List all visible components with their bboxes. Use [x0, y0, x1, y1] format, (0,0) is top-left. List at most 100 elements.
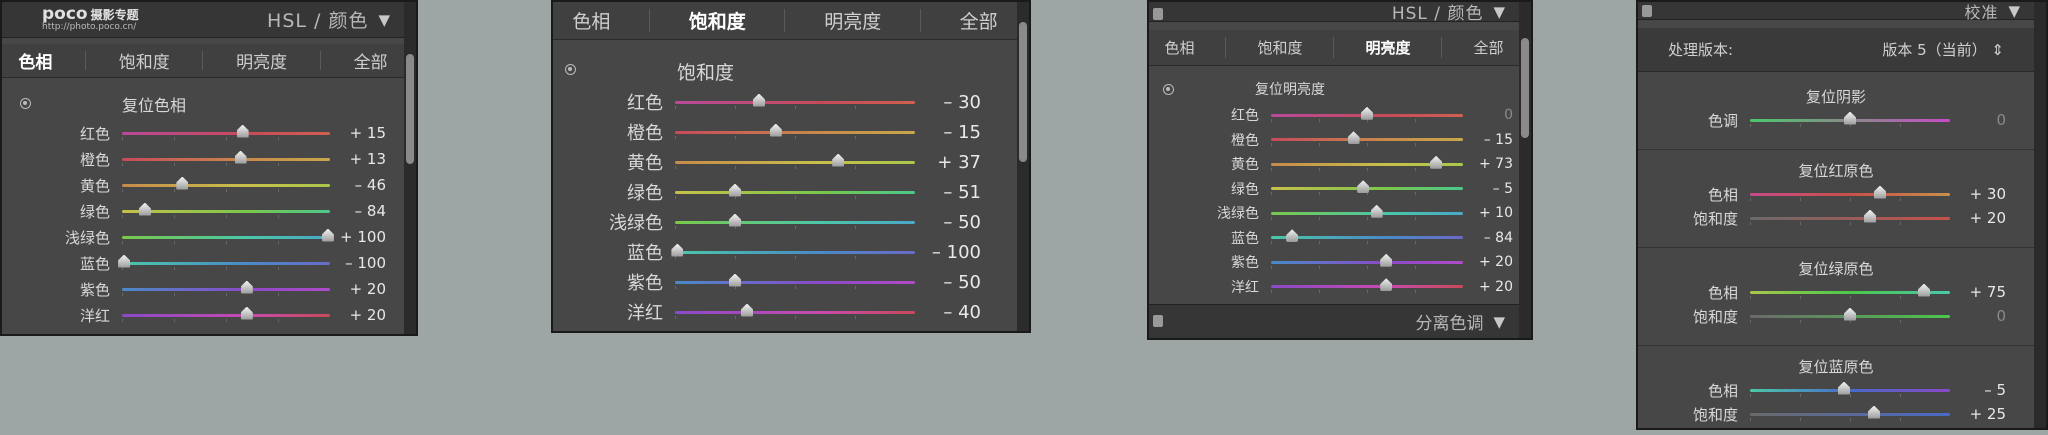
target-adjust-icon[interactable]: [20, 98, 31, 109]
slider-value[interactable]: – 5: [1950, 381, 2006, 399]
slider-value[interactable]: + 37: [915, 152, 981, 173]
slider-value[interactable]: – 84: [1463, 230, 1513, 246]
tab-1[interactable]: 饱和度: [119, 48, 170, 73]
scrollbar[interactable]: [1519, 2, 1531, 338]
slider-knob[interactable]: [240, 306, 253, 320]
slider-knob[interactable]: [729, 183, 741, 197]
slider-track[interactable]: [1271, 204, 1463, 220]
slider-track[interactable]: [122, 150, 330, 166]
tab-0[interactable]: 色相: [1164, 37, 1194, 58]
slider-knob[interactable]: [1286, 229, 1299, 243]
slider-track[interactable]: [122, 228, 334, 244]
slider-value[interactable]: – 46: [330, 176, 386, 194]
slider-knob[interactable]: [234, 150, 247, 164]
slider-knob[interactable]: [753, 93, 765, 107]
slider-knob[interactable]: [236, 124, 249, 138]
slider-value[interactable]: – 30: [915, 92, 981, 113]
reset-blue-link[interactable]: 复位蓝原色: [1638, 356, 2034, 377]
slider-track[interactable]: [1750, 185, 1950, 201]
slider-track[interactable]: [675, 153, 915, 169]
slider-track[interactable]: [675, 123, 915, 139]
slider-value[interactable]: – 100: [330, 254, 386, 272]
slider-knob[interactable]: [1430, 155, 1443, 169]
slider-knob[interactable]: [1380, 253, 1393, 267]
slider-value[interactable]: – 51: [915, 182, 981, 203]
slider-knob[interactable]: [1380, 278, 1393, 292]
slider-knob[interactable]: [240, 280, 253, 294]
tab-3[interactable]: 全部: [354, 48, 388, 73]
slider-knob[interactable]: [1347, 131, 1360, 145]
slider-track[interactable]: [118, 254, 330, 270]
slider-track[interactable]: [1750, 307, 1950, 323]
tab-2[interactable]: 明亮度: [236, 48, 287, 73]
process-version-select[interactable]: 版本 5（当前） ⇕: [1882, 39, 2004, 60]
slider-track[interactable]: [122, 124, 330, 140]
slider-track[interactable]: [1271, 180, 1463, 196]
panel-header[interactable]: 校准 ▼: [1638, 2, 2034, 22]
reset-red-link[interactable]: 复位红原色: [1638, 160, 2034, 181]
slider-track[interactable]: [675, 93, 915, 109]
panel-header[interactable]: poco 摄影专题 http://photo.poco.cn/ HSL / 颜色 …: [2, 2, 404, 38]
slider-value[interactable]: – 15: [1463, 132, 1513, 148]
slider-value[interactable]: – 5: [1463, 181, 1513, 197]
reset-hue-link[interactable]: 复位色相: [122, 92, 186, 116]
slider-value[interactable]: 0: [1950, 111, 2006, 129]
slider-track[interactable]: [675, 273, 915, 289]
slider-knob[interactable]: [729, 213, 741, 227]
slider-track[interactable]: [1750, 283, 1950, 299]
slider-knob[interactable]: [729, 273, 741, 287]
tab-3[interactable]: 全部: [960, 7, 998, 34]
tab-0[interactable]: 色相: [572, 7, 610, 34]
reset-green-link[interactable]: 复位绿原色: [1638, 258, 2034, 279]
slider-track[interactable]: [671, 243, 915, 259]
slider-knob[interactable]: [741, 303, 753, 317]
tab-1[interactable]: 饱和度: [689, 7, 746, 34]
slider-value[interactable]: + 15: [330, 124, 386, 142]
slider-track[interactable]: [1271, 229, 1463, 245]
expand-triangle-icon[interactable]: ▼: [1493, 313, 1505, 331]
slider-knob[interactable]: [1844, 111, 1856, 125]
slider-track[interactable]: [675, 303, 915, 319]
slider-knob[interactable]: [671, 243, 684, 257]
slider-value[interactable]: – 40: [915, 302, 981, 323]
slider-value[interactable]: + 30: [1950, 185, 2006, 203]
slider-value[interactable]: + 20: [330, 280, 386, 298]
slider-knob[interactable]: [1864, 209, 1876, 223]
slider-value[interactable]: + 20: [1950, 209, 2006, 227]
slider-value[interactable]: + 13: [330, 150, 386, 168]
slider-track[interactable]: [675, 213, 915, 229]
tab-1[interactable]: 饱和度: [1257, 37, 1302, 58]
slider-knob[interactable]: [1874, 185, 1886, 199]
slider-value[interactable]: – 100: [915, 242, 981, 263]
slider-knob[interactable]: [176, 176, 189, 190]
slider-knob[interactable]: [1868, 405, 1880, 419]
slider-value[interactable]: + 100: [330, 228, 386, 246]
slider-knob[interactable]: [138, 202, 151, 216]
slider-knob[interactable]: [1844, 307, 1856, 321]
scrollbar[interactable]: [404, 2, 416, 334]
slider-value[interactable]: – 50: [915, 212, 981, 233]
slider-track[interactable]: [675, 183, 915, 199]
reset-luminance-link[interactable]: 复位明亮度: [1255, 79, 1325, 99]
slider-track[interactable]: [122, 202, 330, 218]
scrollbar[interactable]: [1017, 2, 1029, 331]
slider-track[interactable]: [1750, 209, 1950, 225]
collapse-triangle-icon[interactable]: ▼: [2008, 2, 2020, 20]
slider-value[interactable]: + 10: [1463, 205, 1513, 221]
slider-knob[interactable]: [1838, 381, 1850, 395]
tab-2[interactable]: 明亮度: [824, 7, 881, 34]
slider-track[interactable]: [1750, 405, 1950, 421]
panel-header[interactable]: HSL / 颜色 ▼: [1149, 2, 1519, 24]
slider-track[interactable]: [1750, 111, 1950, 127]
slider-knob[interactable]: [1361, 106, 1373, 120]
slider-value[interactable]: – 15: [915, 122, 981, 143]
scrollbar[interactable]: [2034, 2, 2046, 428]
slider-track[interactable]: [1271, 253, 1463, 269]
slider-value[interactable]: + 20: [330, 306, 386, 324]
slider-track[interactable]: [122, 280, 330, 296]
slider-track[interactable]: [122, 306, 330, 322]
slider-value[interactable]: – 50: [915, 272, 981, 293]
slider-knob[interactable]: [118, 254, 131, 268]
slider-knob[interactable]: [1918, 283, 1930, 297]
target-adjust-icon[interactable]: [1163, 84, 1174, 95]
